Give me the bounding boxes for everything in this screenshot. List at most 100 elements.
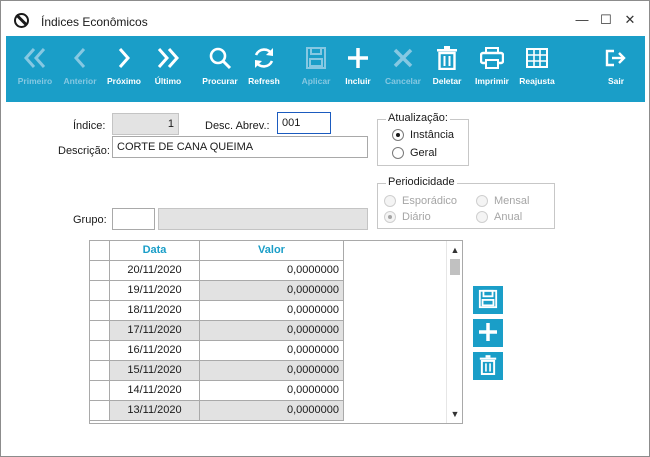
indice-label: Índice:	[73, 120, 106, 132]
table-row-value[interactable]: 0,0000000	[200, 341, 344, 361]
atualizacao-group: Atualização: Instância Geral	[377, 112, 469, 166]
grupo-desc-field[interactable]	[158, 208, 368, 230]
title-bar: Índices Econômicos — ☐ ✕	[1, 1, 649, 37]
row-indicator[interactable]	[90, 281, 110, 301]
periodicidade-title: Periodicidade	[386, 176, 457, 188]
exit-icon	[596, 45, 636, 71]
radio-dot	[392, 129, 404, 141]
grupo-code-field[interactable]	[112, 208, 155, 230]
chevron-left-icon	[58, 45, 102, 71]
row-indicator[interactable]	[90, 341, 110, 361]
table-row-date[interactable]: 18/11/2020	[110, 301, 200, 321]
row-indicator[interactable]	[90, 261, 110, 281]
atualizacao-title: Atualização:	[386, 112, 450, 124]
esporadico-radio[interactable]: Esporádico	[384, 195, 457, 207]
grid-scrollbar[interactable]: ▲ ▼	[446, 241, 462, 423]
cancelar-label: Cancelar	[385, 76, 421, 86]
table-row-value[interactable]: 0,0000000	[200, 301, 344, 321]
search-icon	[198, 45, 242, 71]
grid-delete-button[interactable]	[473, 352, 503, 380]
diario-radio[interactable]: Diário	[384, 211, 431, 223]
procurar-label: Procurar	[202, 76, 238, 86]
table-row-date[interactable]: 16/11/2020	[110, 341, 200, 361]
grid-icon	[515, 45, 559, 71]
scroll-up-icon[interactable]: ▲	[447, 243, 462, 257]
plus-icon	[478, 322, 498, 345]
proximo-button[interactable]: Próximo	[102, 36, 146, 102]
aplicar-label: Aplicar	[301, 76, 331, 86]
save-icon	[478, 289, 498, 312]
imprimir-button[interactable]: Imprimir	[469, 36, 515, 102]
data-column-header[interactable]: Data	[110, 241, 200, 261]
geral-radio[interactable]: Geral	[392, 147, 437, 159]
esporadico-label: Esporádico	[402, 195, 458, 207]
ultimo-button[interactable]: Último	[146, 36, 190, 102]
maximize-button[interactable]: ☐	[597, 11, 615, 29]
descricao-field[interactable]: CORTE DE CANA QUEIMA	[112, 136, 368, 158]
close-button[interactable]: ✕	[621, 11, 639, 29]
row-indicator[interactable]	[90, 381, 110, 401]
grid-header-indicator	[90, 241, 110, 261]
mensal-radio[interactable]: Mensal	[476, 195, 529, 207]
primeiro-label: Primeiro	[17, 76, 53, 86]
row-indicator[interactable]	[90, 401, 110, 421]
procurar-button[interactable]: Procurar	[198, 36, 242, 102]
minimize-button[interactable]: —	[573, 11, 591, 29]
anual-label: Anual	[494, 211, 523, 223]
radio-dot	[384, 211, 396, 223]
save-icon	[294, 45, 338, 71]
scroll-thumb[interactable]	[450, 259, 460, 275]
row-indicator[interactable]	[90, 301, 110, 321]
table-row-date[interactable]: 20/11/2020	[110, 261, 200, 281]
incluir-label: Incluir	[345, 76, 371, 86]
aplicar-button[interactable]: Aplicar	[294, 36, 338, 102]
radio-dot	[476, 211, 488, 223]
table-row-value[interactable]: 0,0000000	[200, 261, 344, 281]
anterior-button[interactable]: Anterior	[58, 36, 102, 102]
table-row-date[interactable]: 19/11/2020	[110, 281, 200, 301]
desc-abrev-field[interactable]: 001	[277, 112, 331, 134]
sair-button[interactable]: Sair	[596, 36, 636, 102]
grupo-label: Grupo:	[73, 214, 107, 226]
ultimo-label: Último	[154, 76, 182, 86]
deletar-button[interactable]: Deletar	[425, 36, 469, 102]
cancelar-button[interactable]: Cancelar	[380, 36, 426, 102]
trash-icon	[425, 45, 469, 71]
instancia-label: Instância	[410, 129, 455, 141]
grid-add-button[interactable]	[473, 319, 503, 347]
scroll-down-icon[interactable]: ▼	[447, 407, 462, 421]
double-chevron-right-icon	[146, 45, 190, 71]
table-row-value[interactable]: 0,0000000	[200, 321, 344, 341]
window-title: Índices Econômicos	[41, 15, 148, 29]
anterior-label: Anterior	[63, 76, 97, 86]
anual-radio[interactable]: Anual	[476, 211, 522, 223]
radio-dot	[392, 147, 404, 159]
incluir-button[interactable]: Incluir	[336, 36, 380, 102]
indice-field[interactable]: 1	[112, 113, 179, 135]
table-row-value[interactable]: 0,0000000	[200, 361, 344, 381]
grid-save-button[interactable]	[473, 286, 503, 314]
main-window: Índices Econômicos — ☐ ✕ Primeiro Anteri…	[0, 0, 650, 457]
toolbar: Primeiro Anterior Próximo Último Procura	[6, 36, 645, 102]
reajusta-button[interactable]: Reajusta	[515, 36, 559, 102]
periodicidade-group: Periodicidade Esporádico Mensal Diário A…	[377, 176, 555, 229]
table-row-date[interactable]: 15/11/2020	[110, 361, 200, 381]
valor-column-header[interactable]: Valor	[200, 241, 344, 261]
table-row-date[interactable]: 14/11/2020	[110, 381, 200, 401]
row-indicator[interactable]	[90, 321, 110, 341]
table-row-date[interactable]: 17/11/2020	[110, 321, 200, 341]
x-icon	[380, 45, 426, 71]
table-row-value[interactable]: 0,0000000	[200, 281, 344, 301]
row-indicator[interactable]	[90, 361, 110, 381]
primeiro-button[interactable]: Primeiro	[12, 36, 58, 102]
proximo-label: Próximo	[106, 76, 141, 86]
descricao-label: Descrição:	[58, 145, 110, 157]
table-row-value[interactable]: 0,0000000	[200, 401, 344, 421]
table-row-value[interactable]: 0,0000000	[200, 381, 344, 401]
sair-label: Sair	[607, 76, 625, 86]
refresh-button[interactable]: Refresh	[242, 36, 286, 102]
table-row-date[interactable]: 13/11/2020	[110, 401, 200, 421]
geral-label: Geral	[410, 147, 437, 159]
instancia-radio[interactable]: Instância	[392, 129, 454, 141]
indices-grid[interactable]: Data Valor 20/11/2020 0,0000000 19/11/20…	[89, 240, 463, 424]
